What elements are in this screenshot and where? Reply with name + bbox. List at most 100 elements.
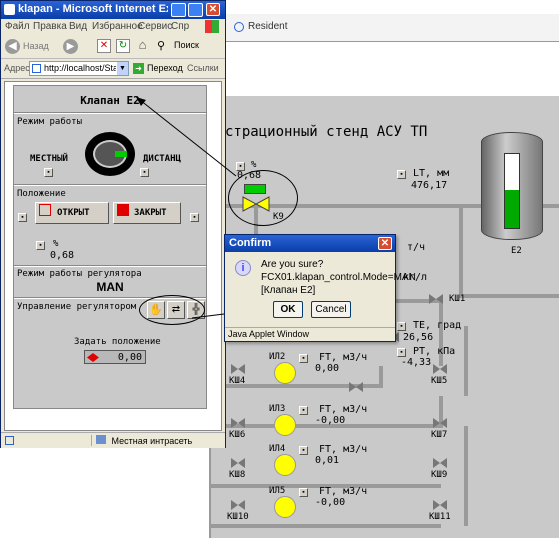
windows-logo-icon [205, 20, 219, 33]
flow-meter-icon[interactable] [274, 454, 296, 476]
valve-ksh6-icon[interactable] [231, 418, 245, 428]
resident-tab[interactable]: Resident [230, 20, 340, 36]
divider [14, 265, 206, 267]
flow-meter-icon[interactable] [274, 414, 296, 436]
address-dropdown-icon[interactable]: ▼ [117, 62, 128, 75]
dialog-line3: [Клапан Е2] [261, 285, 316, 296]
address-value: http://localhost/Stardor [44, 63, 116, 73]
valve-ksh7-icon[interactable] [433, 418, 447, 428]
ok-button[interactable]: OK [273, 301, 303, 318]
setpoint-value: 0,00 [117, 352, 142, 363]
ie-menubar: Файл Правка Вид Избранное Сервис Спр [1, 19, 225, 35]
dialog-line1: Are you sure? [261, 259, 324, 270]
valve-ksh1-icon[interactable] [429, 294, 443, 304]
mode-remote-label: ДИСТАНЦ [143, 154, 181, 164]
page-icon [32, 64, 41, 73]
position-toggle-left[interactable]: ▪ [18, 213, 27, 222]
flow-row-3: ИЛ4 ▪ FT, м3/ч 0,01 [211, 440, 559, 480]
menu-tools[interactable]: Сервис [138, 21, 172, 32]
applet-title: Клапан Е2 [80, 94, 140, 107]
setpoint-spinner-icon[interactable] [87, 353, 99, 362]
ie-window: klapan - Microsoft Internet Explorer ✕ Ф… [0, 0, 226, 448]
go-label: Переход [147, 63, 183, 73]
status-zone: Местная интрасеть [91, 435, 192, 446]
flow-row-1: ИЛ2 ▪ FT, м3/ч 0,00 [211, 348, 559, 388]
menu-help[interactable]: Спр [171, 21, 189, 32]
position-toggle-right[interactable]: ▪ [190, 213, 199, 222]
go-button[interactable]: ➜ Переход [133, 62, 183, 76]
ie-content-area: Клапан Е2 Режим работы МЕСТНЫЙ ДИСТАНЦ ▪… [4, 81, 222, 431]
status-zone-label: Местная интрасеть [111, 436, 193, 446]
menu-file[interactable]: Файл [5, 21, 30, 32]
flow-row-label: FT, м3/ч [319, 352, 368, 363]
valve-highlight-circle [228, 170, 298, 226]
valve-ksh8-icon[interactable] [231, 458, 245, 468]
stop-icon[interactable]: ✕ [97, 39, 111, 53]
back-button[interactable]: ◀ Назад [5, 38, 55, 56]
forward-button[interactable]: ▶ [63, 39, 78, 54]
flow-meter-icon[interactable] [274, 362, 296, 384]
flow-row-value: 0,00 [315, 363, 340, 374]
te-toggle[interactable]: ▪ [397, 322, 406, 331]
lt-toggle[interactable]: ▪ [397, 170, 406, 179]
close-valve-button[interactable]: ЗАКРЫТ [113, 202, 181, 224]
valve-ksh9-icon[interactable] [433, 458, 447, 468]
lt-value: 476,17 [411, 180, 448, 191]
links-label[interactable]: Ссылки [187, 63, 219, 73]
menu-view[interactable]: Вид [69, 21, 87, 32]
valve-ksh4-label: КШ4 [229, 376, 246, 386]
dialog-titlebar[interactable]: Confirm ✕ [225, 235, 395, 252]
ie-title-text: klapan - Microsoft Internet Explorer [18, 3, 168, 15]
cancel-button[interactable]: Cancel [311, 301, 351, 318]
ie-icon [4, 4, 15, 15]
minimize-button[interactable] [171, 3, 186, 17]
address-input[interactable]: http://localhost/Stardor ▼ [29, 61, 129, 76]
flow-row-toggle[interactable]: ▪ [299, 488, 308, 497]
setpoint-field[interactable]: 0,00 [84, 350, 146, 364]
valve-ksh10-icon[interactable] [231, 500, 245, 510]
tank-level-window [504, 153, 520, 229]
menu-edit[interactable]: Правка [33, 21, 67, 32]
flow-row-toggle[interactable]: ▪ [299, 354, 308, 363]
refresh-icon[interactable]: ↻ [116, 39, 130, 53]
ie-titlebar[interactable]: klapan - Microsoft Internet Explorer ✕ [1, 1, 225, 19]
setpoint-label: Задать положение [74, 337, 161, 347]
dialog-close-button[interactable]: ✕ [378, 237, 392, 250]
percent-toggle[interactable]: ▪ [36, 241, 45, 250]
ie-addressbar: Адрес: http://localhost/Stardor ▼ ➜ Пере… [1, 59, 225, 79]
close-button[interactable]: ✕ [206, 3, 220, 16]
search-icon: ⚲ [157, 40, 166, 52]
valve-center-icon[interactable] [349, 382, 363, 392]
flow-row-toggle[interactable]: ▪ [299, 406, 308, 415]
open-button[interactable]: ОТКРЫТ [35, 202, 109, 224]
home-icon[interactable]: ⌂ [135, 38, 150, 53]
mode-selector-switch[interactable] [85, 132, 135, 176]
intranet-icon [96, 435, 106, 444]
unit-th: т/ч [407, 242, 426, 253]
search-button[interactable]: ⚲ Поиск [157, 39, 212, 54]
valve-ksh5-icon[interactable] [433, 364, 447, 374]
mode-local-label: МЕСТНЫЙ [30, 154, 68, 164]
te-value: 26,56 [403, 332, 434, 343]
open-label: ОТКРЫТ [57, 208, 90, 218]
info-icon: i [235, 260, 251, 276]
status-page-icon [5, 436, 14, 445]
ie-statusbar: Местная интрасеть [1, 432, 225, 448]
flow-row-toggle[interactable]: ▪ [299, 446, 308, 455]
maximize-button[interactable] [188, 3, 203, 17]
valve-ksh11-icon[interactable] [433, 500, 447, 510]
regulator-mode-value: MAN [96, 280, 124, 294]
position-section-label: Положение [17, 189, 66, 199]
valve-ksh8-label: КШ8 [229, 470, 246, 480]
mode-local-toggle[interactable]: ▪ [44, 168, 53, 177]
valve-ksh6-label: КШ6 [229, 430, 246, 440]
dialog-line2: FCX01.klapan_control.Mode=MAN [261, 272, 416, 283]
flow-row-label: FT, м3/ч [319, 486, 368, 497]
lt-label: LT, мм [413, 168, 450, 179]
flow-meter-icon[interactable] [274, 496, 296, 518]
flow-row-tag: ИЛ3 [269, 404, 286, 414]
mode-remote-toggle[interactable]: ▪ [140, 168, 149, 177]
menu-favorites[interactable]: Избранное [92, 21, 143, 32]
back-arrow-icon: ◀ [5, 39, 20, 54]
valve-ksh4-icon[interactable] [231, 364, 245, 374]
